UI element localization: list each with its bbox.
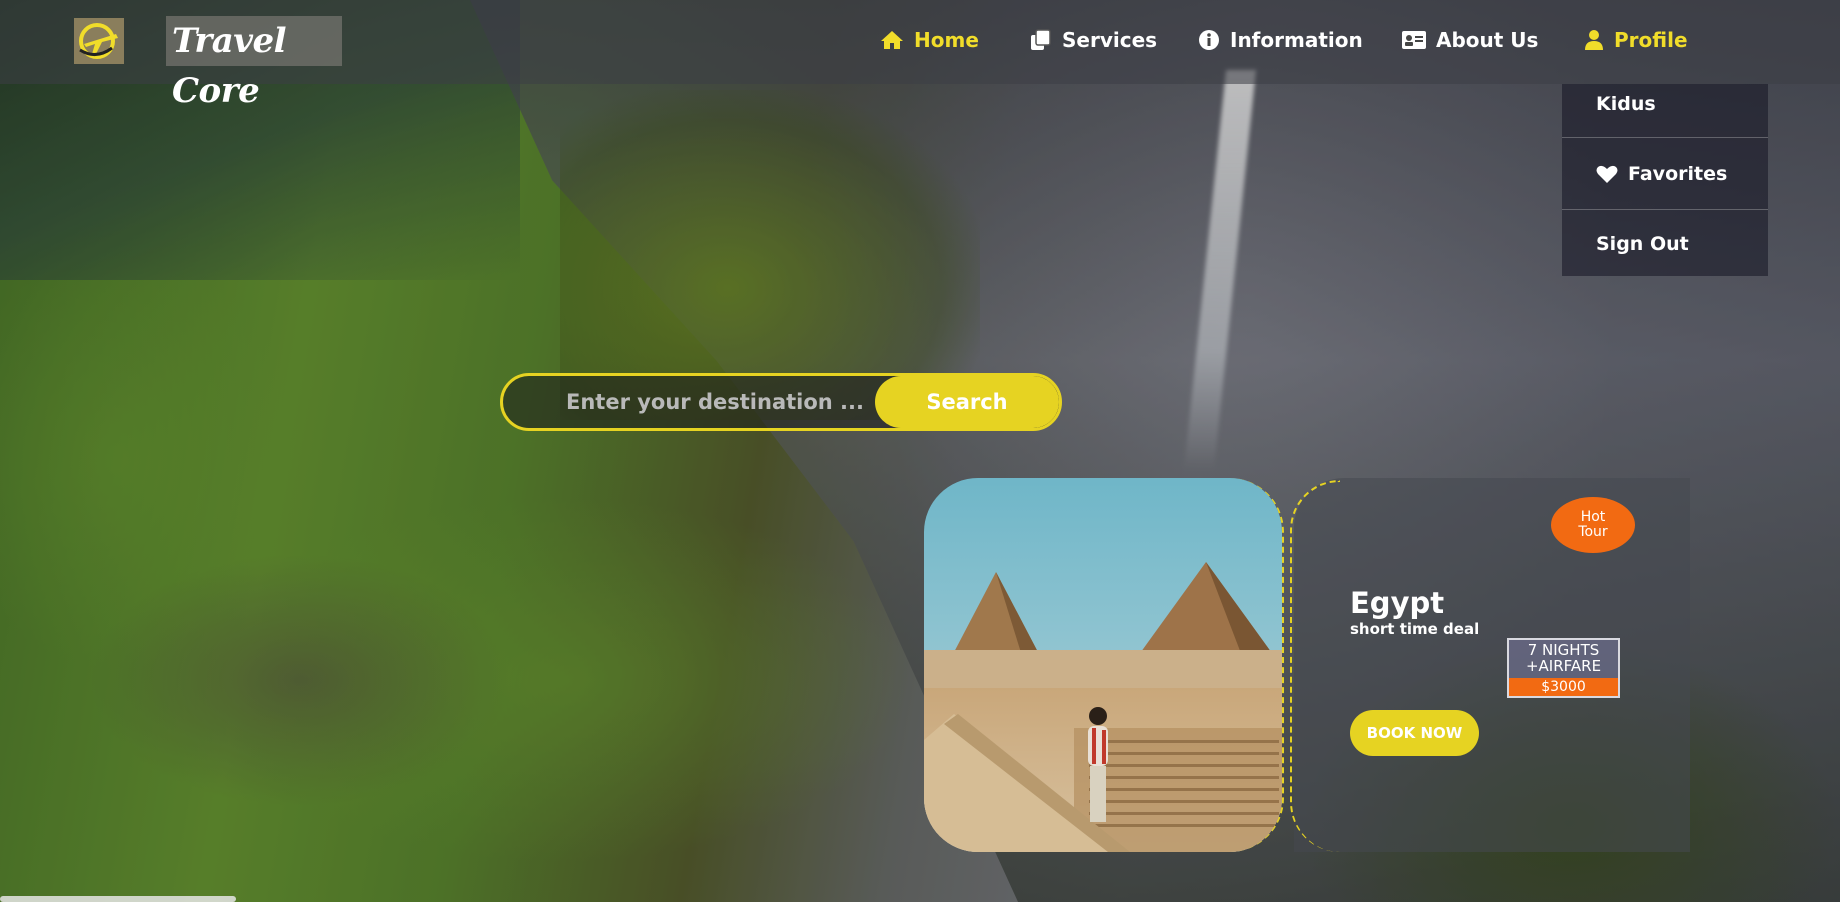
- nav-about-us-label: About Us: [1436, 28, 1539, 52]
- destination-search-input[interactable]: [503, 376, 875, 428]
- price-tag: 7 NIGHTS +AIRFARE $3000: [1507, 638, 1620, 698]
- nav-services[interactable]: Services: [1030, 24, 1157, 56]
- nav-information-label: Information: [1230, 28, 1363, 52]
- sign-out-menu-item[interactable]: Sign Out: [1596, 228, 1689, 260]
- hot-tour-badge-line1: Hot: [1580, 509, 1606, 525]
- search-button[interactable]: Search: [875, 376, 1059, 428]
- hot-tour-badge: Hot Tour: [1551, 497, 1635, 553]
- nav-profile[interactable]: Profile: [1584, 24, 1688, 56]
- id-card-icon: [1402, 31, 1426, 49]
- tour-card-dashed-border: [1290, 480, 1340, 852]
- nav-home-label: Home: [914, 28, 979, 52]
- horizontal-scrollbar[interactable]: [0, 896, 236, 902]
- nav-home[interactable]: Home: [880, 24, 979, 56]
- brand-logo-text[interactable]: Travel Core: [166, 16, 342, 111]
- copy-icon: [1031, 29, 1051, 50]
- plane-globe-icon[interactable]: [74, 18, 124, 64]
- dropdown-divider: [1562, 137, 1768, 138]
- user-icon: [1585, 30, 1603, 50]
- nav-profile-label: Profile: [1614, 28, 1688, 52]
- nav-information[interactable]: Information: [1198, 24, 1363, 56]
- destination-search: Search: [500, 373, 1062, 431]
- package-details: 7 NIGHTS +AIRFARE: [1509, 640, 1618, 678]
- profile-username[interactable]: Kidus: [1596, 88, 1656, 120]
- favorites-menu-item[interactable]: Favorites: [1596, 158, 1727, 190]
- profile-dropdown: Kidus Favorites Sign Out: [1562, 84, 1768, 276]
- package-nights: 7 NIGHTS: [1527, 641, 1600, 659]
- tour-subtitle: short time deal: [1350, 620, 1480, 638]
- package-price: $3000: [1509, 678, 1618, 696]
- navbar: Travel Core Home Services Information Ab…: [0, 0, 1840, 111]
- hot-tour-badge-line2: Tour: [1578, 524, 1608, 540]
- nav-services-label: Services: [1062, 28, 1158, 52]
- package-airfare: +AIRFARE: [1525, 657, 1602, 675]
- nav-about-us[interactable]: About Us: [1402, 24, 1538, 56]
- profile-username-label: Kidus: [1596, 93, 1656, 115]
- tour-title: Egypt: [1350, 586, 1445, 620]
- home-icon: [881, 31, 903, 49]
- book-now-button[interactable]: BOOK NOW: [1350, 710, 1479, 756]
- egypt-pyramids-image: [924, 478, 1284, 852]
- favorites-label: Favorites: [1628, 163, 1728, 185]
- heart-icon: [1596, 165, 1618, 183]
- dropdown-divider: [1562, 209, 1768, 210]
- info-circle-icon: [1199, 30, 1219, 50]
- sign-out-label: Sign Out: [1596, 233, 1689, 255]
